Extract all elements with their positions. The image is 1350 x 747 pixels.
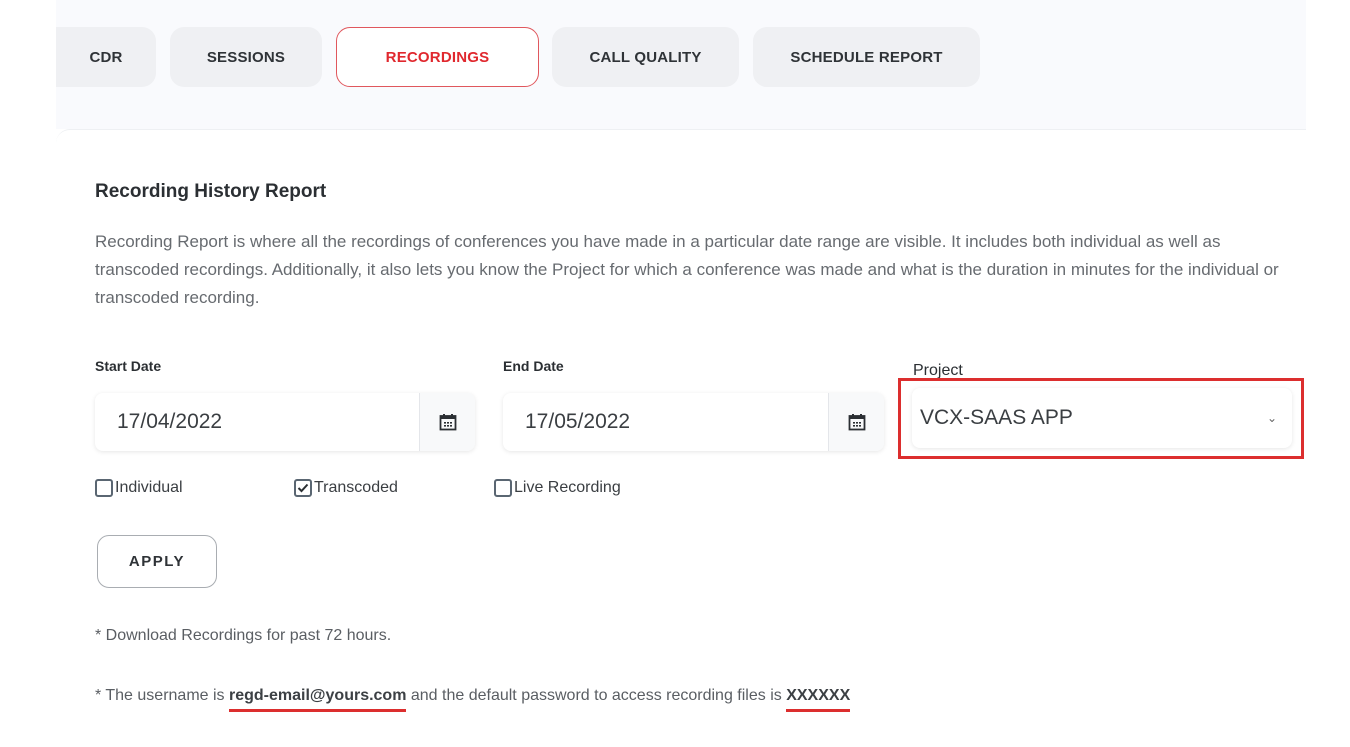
transcoded-checkbox-box[interactable] [294,479,312,497]
start-date-value[interactable]: 17/04/2022 [95,410,419,434]
live-recording-checkbox-label: Live Recording [514,479,621,496]
transcoded-checkbox-label: Transcoded [314,479,398,496]
project-select[interactable]: VCX-SAAS APP ⌄ [912,388,1292,448]
credentials-prefix: * The username is [95,687,229,704]
individual-checkbox-box[interactable] [95,479,113,497]
download-note: * Download Recordings for past 72 hours. [95,627,392,644]
calendar-icon [439,414,456,431]
apply-button[interactable]: APPLY [97,535,217,588]
chevron-down-icon: ⌄ [1266,411,1278,425]
transcoded-checkbox[interactable]: Transcoded [294,479,398,497]
end-date-field[interactable]: 17/05/2022 [503,393,884,451]
checkmark-icon [297,483,309,493]
individual-checkbox-label: Individual [115,479,183,496]
calendar-icon [848,414,865,431]
individual-checkbox[interactable]: Individual [95,479,183,497]
start-date-label: Start Date [95,358,162,374]
tab-cdr[interactable]: CDR [56,27,156,87]
end-date-calendar-button[interactable] [828,393,884,451]
end-date-label: End Date [503,358,564,374]
live-recording-checkbox-box[interactable] [494,479,512,497]
start-date-field[interactable]: 17/04/2022 [95,393,475,451]
tab-recordings[interactable]: RECORDINGS [336,27,539,87]
page-title: Recording History Report [95,181,327,202]
username-value: regd-email@yours.com [229,687,407,712]
report-description: Recording Report is where all the record… [95,232,1279,307]
start-date-calendar-button[interactable] [419,393,475,451]
credentials-middle: and the default password to access recor… [406,687,787,704]
live-recording-checkbox[interactable]: Live Recording [494,479,621,497]
tab-schedule-report[interactable]: SCHEDULE REPORT [753,27,980,87]
project-select-value: VCX-SAAS APP [920,406,1073,429]
password-value: XXXXXX [786,687,851,712]
tab-call-quality[interactable]: CALL QUALITY [552,27,739,87]
end-date-value[interactable]: 17/05/2022 [503,410,828,434]
credentials-note: * The username is regd-email@yours.com a… [95,687,851,712]
tab-sessions[interactable]: SESSIONS [170,27,322,87]
